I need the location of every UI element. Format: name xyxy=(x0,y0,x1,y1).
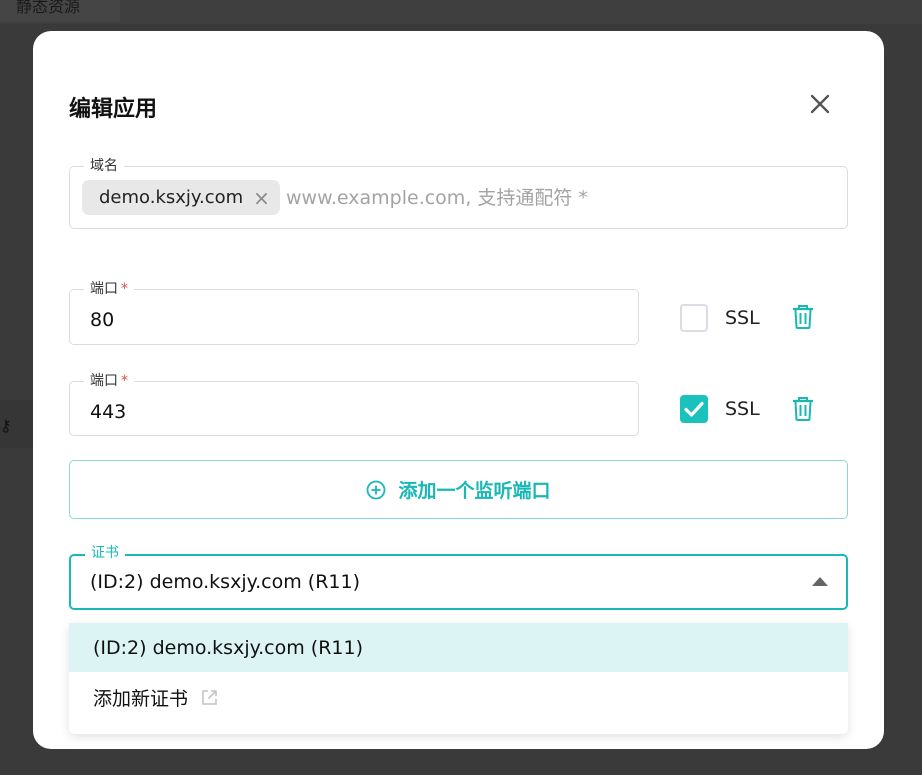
key-icon: ⚷ xyxy=(0,416,12,435)
domain-chip-text: demo.ksxjy.com xyxy=(99,187,243,208)
certificate-dropdown: (ID:2) demo.ksxjy.com (R11) 添加新证书 xyxy=(69,623,848,734)
trash-icon xyxy=(791,396,815,422)
chip-remove-icon[interactable]: × xyxy=(253,188,270,208)
trash-icon xyxy=(791,304,815,330)
ssl-checkbox-1[interactable] xyxy=(680,304,708,332)
background-topbar xyxy=(0,0,922,24)
option-label: 添加新证书 xyxy=(93,684,188,711)
delete-port-button-2[interactable] xyxy=(791,396,815,422)
domain-input[interactable] xyxy=(286,183,826,213)
port-field-1[interactable]: 端口* xyxy=(69,289,639,345)
domain-chip[interactable]: demo.ksxjy.com × xyxy=(82,180,280,215)
certificate-label: 证书 xyxy=(85,543,125,563)
option-label: (ID:2) demo.ksxjy.com (R11) xyxy=(93,637,363,659)
ssl-checkbox-2[interactable] xyxy=(680,395,708,423)
plus-circle-icon xyxy=(366,480,386,500)
background-tab: 静态资源 xyxy=(0,0,120,22)
port-label-1: 端口* xyxy=(84,279,134,299)
port-input-1[interactable] xyxy=(90,306,610,334)
certificate-selected-value: (ID:2) demo.ksxjy.com (R11) xyxy=(90,571,360,593)
required-mark: * xyxy=(121,281,128,297)
checkmark-icon xyxy=(680,395,708,423)
domain-field[interactable]: 域名 demo.ksxjy.com × xyxy=(69,166,848,229)
port-input-2[interactable] xyxy=(90,398,610,426)
dialog-title: 编辑应用 xyxy=(69,91,157,123)
close-button[interactable] xyxy=(805,89,835,119)
edit-app-dialog: 编辑应用 域名 demo.ksxjy.com × 端口* SSL 端口* xyxy=(33,31,884,749)
certificate-select[interactable]: 证书 (ID:2) demo.ksxjy.com (R11) xyxy=(69,554,848,610)
domain-label: 域名 xyxy=(84,156,124,176)
port-label-2: 端口* xyxy=(84,371,134,391)
required-mark: * xyxy=(121,373,128,389)
ssl-label-2: SSL xyxy=(725,398,760,420)
ssl-label-1: SSL xyxy=(725,307,760,329)
caret-up-icon[interactable] xyxy=(812,577,828,586)
add-port-button[interactable]: 添加一个监听端口 xyxy=(69,460,848,519)
add-certificate-option[interactable]: 添加新证书 xyxy=(69,673,848,722)
certificate-option-1[interactable]: (ID:2) demo.ksxjy.com (R11) xyxy=(69,623,848,672)
external-link-icon xyxy=(200,688,219,707)
delete-port-button-1[interactable] xyxy=(791,304,815,330)
port-field-2[interactable]: 端口* xyxy=(69,381,639,436)
close-icon xyxy=(805,89,835,119)
add-port-label: 添加一个监听端口 xyxy=(398,476,550,503)
